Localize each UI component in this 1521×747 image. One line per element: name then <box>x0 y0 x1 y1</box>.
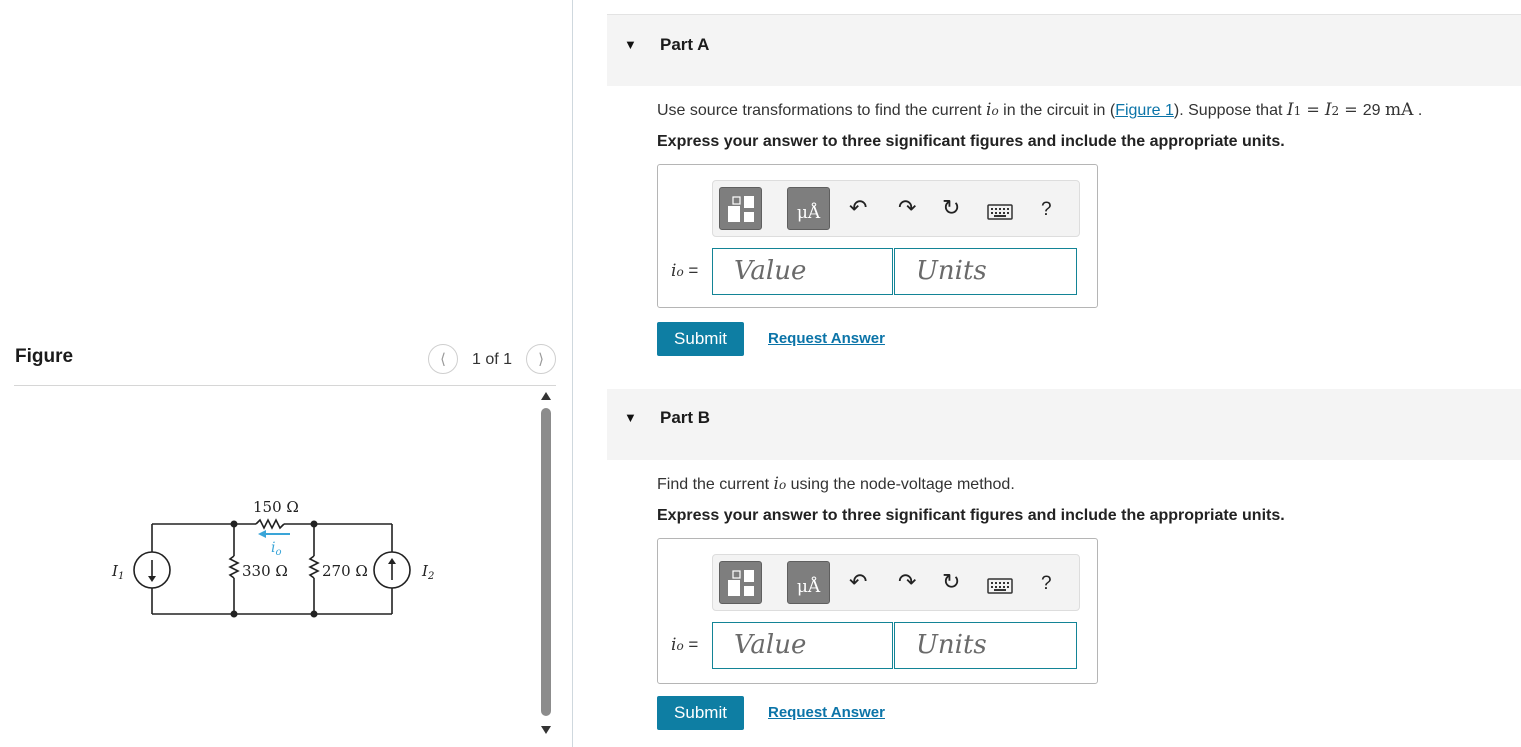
part-a-label: Part A <box>660 35 710 54</box>
part-b-submit-button[interactable]: Submit <box>657 696 744 730</box>
templates-icon <box>728 570 754 596</box>
io-variable-label: io = <box>671 635 699 655</box>
figure-1-link[interactable]: Figure 1 <box>1115 102 1174 119</box>
units-icon: μÅ <box>796 577 821 597</box>
part-b-answer-box: μÅ ↶ ↷ ↻ ? io = Value Units <box>657 538 1098 684</box>
part-a-prompt: Use source transformations to find the c… <box>657 100 1423 120</box>
source-i2-label: I2 <box>421 562 434 582</box>
figure-pager: 1 of 1 <box>472 351 513 368</box>
chevron-right-icon: ⟩ <box>538 351 544 368</box>
value-input[interactable]: Value <box>712 622 893 669</box>
part-b-request-answer-link[interactable]: Request Answer <box>768 704 885 721</box>
units-icon: μÅ <box>796 203 821 223</box>
collapse-triangle-icon[interactable]: ▼ <box>624 37 637 52</box>
part-b-label: Part B <box>660 408 711 427</box>
part-a-request-answer-link[interactable]: Request Answer <box>768 330 885 347</box>
collapse-triangle-icon[interactable]: ▼ <box>624 410 637 425</box>
part-b-header[interactable]: ▼ Part B <box>607 389 1521 460</box>
part-a-header[interactable]: ▼ Part A <box>607 15 1521 86</box>
units-input[interactable]: Units <box>894 248 1077 295</box>
part-b-instruction: Express your answer to three significant… <box>657 507 1285 524</box>
panel-divider <box>572 0 573 747</box>
units-button[interactable]: μÅ <box>787 561 830 604</box>
figure-divider <box>14 385 556 386</box>
part-a-answer-box: μÅ ↶ ↷ ↻ ? io = Value Units <box>657 164 1098 308</box>
part-b-toolbar: μÅ ↶ ↷ ↻ ? <box>712 554 1080 611</box>
part-b-prompt: Find the current io using the node-volta… <box>657 474 1015 494</box>
units-button[interactable]: μÅ <box>787 187 830 230</box>
value-input[interactable]: Value <box>712 248 893 295</box>
source-i1-label: I1 <box>111 562 124 582</box>
keyboard-icon[interactable] <box>987 578 1013 594</box>
part-a-instruction: Express your answer to three significant… <box>657 133 1285 150</box>
help-icon[interactable]: ? <box>1041 199 1052 221</box>
templates-button[interactable] <box>719 187 762 230</box>
current-io-label: io <box>271 540 282 558</box>
resistor-270-label: 270 Ω <box>322 562 368 580</box>
help-icon[interactable]: ? <box>1041 573 1052 595</box>
undo-icon[interactable]: ↶ <box>849 571 867 593</box>
prev-figure-button[interactable]: ⟨ <box>428 344 458 374</box>
reset-icon[interactable]: ↻ <box>942 571 960 593</box>
resistor-150-label: 150 Ω <box>253 498 299 516</box>
resistor-330-label: 330 Ω <box>242 562 288 580</box>
part-a-toolbar: μÅ ↶ ↷ ↻ ? <box>712 180 1080 237</box>
next-figure-button[interactable]: ⟩ <box>526 344 556 374</box>
part-a-submit-button[interactable]: Submit <box>657 322 744 356</box>
redo-icon[interactable]: ↷ <box>898 197 916 219</box>
keyboard-icon[interactable] <box>987 204 1013 220</box>
figure-title: Figure <box>15 346 74 367</box>
templates-button[interactable] <box>719 561 762 604</box>
chevron-left-icon: ⟨ <box>440 351 446 368</box>
redo-icon[interactable]: ↷ <box>898 571 916 593</box>
scroll-thumb[interactable] <box>541 408 551 716</box>
current-arrow-head <box>258 530 266 538</box>
units-input[interactable]: Units <box>894 622 1077 669</box>
undo-icon[interactable]: ↶ <box>849 197 867 219</box>
templates-icon <box>728 196 754 222</box>
scroll-down-icon[interactable] <box>541 726 551 734</box>
io-variable-label: io = <box>671 261 699 281</box>
circuit-diagram: 150 Ω io 330 Ω 270 Ω I1 I2 <box>111 498 434 618</box>
scroll-up-icon[interactable] <box>541 392 551 400</box>
figure-scrollbar[interactable] <box>540 392 552 742</box>
reset-icon[interactable]: ↻ <box>942 197 960 219</box>
